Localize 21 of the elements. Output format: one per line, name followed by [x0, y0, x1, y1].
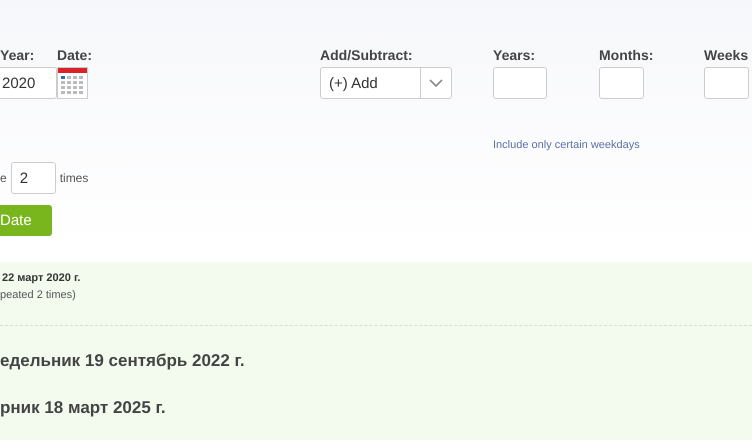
- field-label: Add/Subtract:: [320, 47, 414, 63]
- field-label: Year:: [0, 47, 36, 63]
- field-label: Months:: [599, 47, 654, 63]
- repeat-note: peated 2 times): [0, 289, 77, 301]
- start-date: 22 март 2020 г.: [1, 272, 82, 284]
- add-subtract-select[interactable]: (+) Add: [320, 67, 452, 99]
- number-field[interactable]: [493, 67, 547, 99]
- field-label: Date:: [57, 47, 94, 63]
- weekdays-link[interactable]: Include only certain weekdays: [493, 139, 640, 151]
- field-label: Years:: [493, 47, 536, 63]
- repeat-label: e: [0, 171, 7, 185]
- result-date: рник 18 март 2025 г.: [0, 398, 167, 418]
- field-label: Weeks: [704, 47, 750, 63]
- year-field[interactable]: 2020: [0, 67, 57, 99]
- result-date: едельник 19 сентябрь 2022 г.: [0, 351, 246, 371]
- times-label: times: [60, 171, 88, 185]
- repeat-field[interactable]: 2: [10, 162, 56, 194]
- calendar-icon[interactable]: [57, 67, 88, 99]
- chevron-down-icon: [429, 78, 443, 88]
- number-field[interactable]: [599, 67, 644, 99]
- number-field[interactable]: [704, 67, 749, 99]
